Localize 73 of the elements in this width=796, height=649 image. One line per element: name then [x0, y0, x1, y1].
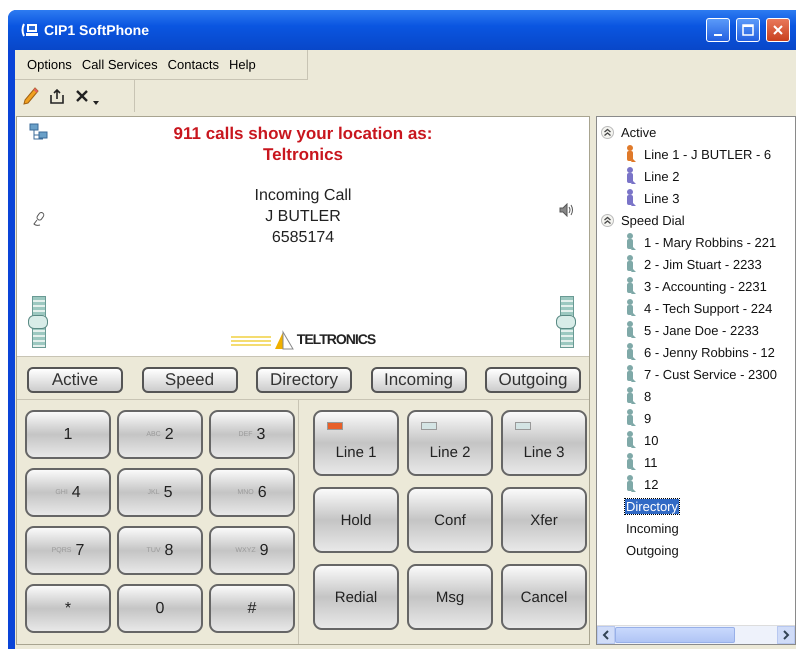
tree-item[interactable]: 7 - Cust Service - 2300 — [643, 366, 778, 382]
slider-thumb[interactable] — [28, 315, 48, 329]
menu-item[interactable]: Call Services — [78, 54, 162, 75]
collapse-icon[interactable] — [601, 214, 614, 226]
menu-item[interactable]: Options — [23, 54, 76, 75]
tree-item[interactable]: 9 — [643, 410, 652, 426]
tree-item[interactable]: 10 — [643, 432, 660, 448]
phone-computer-icon — [20, 22, 38, 38]
call-button[interactable]: Hold — [313, 487, 399, 553]
network-icon — [29, 123, 49, 141]
tree-item[interactable]: Active — [620, 124, 658, 140]
view-button[interactable]: Active — [27, 367, 123, 393]
view-button[interactable]: Directory — [256, 367, 352, 393]
call-status: Incoming Call — [254, 186, 352, 206]
tree-item[interactable]: 1 - Mary Robbins - 221 — [643, 234, 778, 250]
logo-icon — [230, 328, 295, 350]
window-title: CIP1 SoftPhone — [44, 22, 150, 38]
menu-item[interactable]: Contacts — [164, 54, 223, 75]
minimize-button[interactable] — [706, 18, 730, 42]
logo-text: TELTRONICS — [296, 331, 376, 347]
dial-key[interactable]: # — [209, 584, 295, 633]
call-button[interactable]: Msg — [407, 564, 493, 630]
call-button[interactable]: Redial — [313, 564, 399, 630]
line-button[interactable]: Line 3 — [501, 410, 587, 476]
close-icon — [772, 24, 784, 36]
chevron-left-icon — [602, 630, 610, 640]
menu-item[interactable]: Help — [224, 54, 260, 75]
tree-item[interactable]: 4 - Tech Support - 224 — [643, 300, 774, 316]
collapse-icon[interactable] — [601, 126, 614, 138]
tree-item[interactable]: 5 - Jane Doe - 2233 — [643, 322, 760, 338]
slider-thumb[interactable] — [556, 315, 576, 329]
tree-item[interactable]: Line 1 - J BUTLER - 6 — [643, 146, 772, 162]
maximize-icon — [742, 24, 754, 36]
speaker-icon — [559, 202, 575, 216]
tree-item[interactable]: Incoming — [625, 520, 680, 536]
tree-item[interactable]: Directory — [625, 498, 680, 514]
call-button[interactable]: Xfer — [501, 487, 587, 553]
tree-item[interactable]: 8 — [643, 388, 652, 404]
tree-item[interactable]: Outgoing — [625, 542, 680, 558]
pencil-icon[interactable] — [23, 87, 39, 105]
dial-key[interactable]: 0 — [117, 584, 203, 633]
call-button[interactable]: Conf — [407, 487, 493, 553]
view-button[interactable]: Speed — [142, 367, 238, 393]
tree-item[interactable]: 2 - Jim Stuart - 2233 — [643, 256, 763, 272]
minimize-icon — [714, 34, 722, 36]
tree-item[interactable]: Speed Dial — [620, 212, 686, 228]
share-icon[interactable] — [49, 88, 65, 104]
close-button[interactable] — [766, 18, 790, 42]
tree-item[interactable]: 11 — [643, 454, 658, 470]
microphone-icon — [32, 210, 46, 226]
location-name: Teltronics — [263, 144, 343, 165]
delete-icon[interactable] — [75, 89, 89, 103]
maximize-button[interactable] — [736, 18, 760, 42]
scroll-thumb[interactable] — [615, 627, 735, 643]
tree-item[interactable]: 3 - Accounting - 2231 — [643, 278, 768, 294]
tree-item[interactable]: 6 - Jenny Robbins - 12 — [643, 344, 776, 360]
chevron-right-icon — [782, 630, 790, 640]
view-button[interactable]: Incoming — [370, 367, 466, 393]
dial-key[interactable]: 1 — [25, 410, 111, 459]
emergency-notice: 911 calls show your location as: — [174, 123, 432, 144]
scroll-right-button[interactable] — [777, 626, 795, 644]
caller-name: J BUTLER — [265, 207, 341, 227]
line-button[interactable]: Line 1 — [313, 410, 399, 476]
call-button[interactable]: Cancel — [501, 564, 587, 630]
dropdown-icon[interactable] — [93, 101, 99, 105]
dial-key[interactable]: * — [25, 584, 111, 633]
line-button[interactable]: Line 2 — [407, 410, 493, 476]
scroll-left-button[interactable] — [597, 626, 615, 644]
tree-item[interactable]: Line 3 — [643, 190, 680, 206]
caller-number: 6585174 — [272, 228, 334, 248]
tree-item[interactable]: Line 2 — [643, 168, 680, 184]
view-button[interactable]: Outgoing — [485, 367, 581, 393]
tree-item[interactable]: 12 — [643, 476, 660, 492]
